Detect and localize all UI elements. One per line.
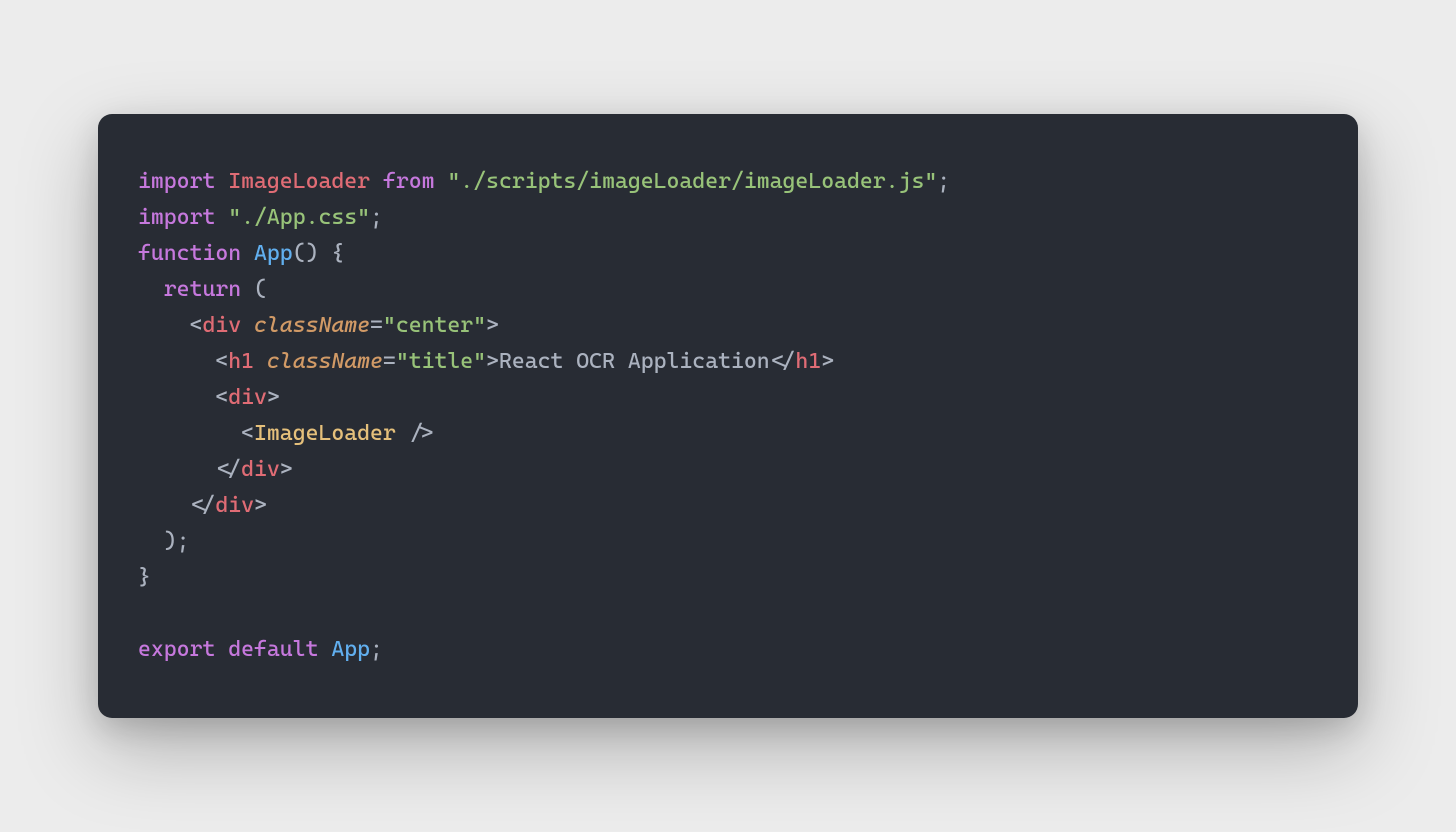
tag-close: > [280, 457, 293, 482]
keyword-import: import [138, 205, 215, 230]
keyword-function: function [138, 241, 241, 266]
keyword-import: import [138, 169, 215, 194]
code-line-11: ); [138, 529, 190, 554]
parens: () [293, 241, 319, 266]
code-line-8: <ImageLoader /> [138, 421, 434, 446]
string-literal: "./scripts/imageLoader/imageLoader.js" [447, 169, 937, 194]
tag-open-close: </ [770, 349, 796, 374]
tag-close: > [821, 349, 834, 374]
paren-close-semi: ); [164, 529, 190, 554]
string-literal: "center" [383, 313, 486, 338]
code-snippet-card: import ImageLoader from "./scripts/image… [98, 114, 1358, 718]
attr-classname: className [254, 313, 370, 338]
indent [138, 529, 164, 554]
code-line-2: import "./App.css"; [138, 205, 383, 230]
export-identifier: App [331, 637, 370, 662]
indent [138, 457, 215, 482]
indent [138, 421, 241, 446]
keyword-return: return [164, 277, 241, 302]
semicolon: ; [937, 169, 950, 194]
tag-name-h1: h1 [795, 349, 821, 374]
code-line-12: } [138, 565, 151, 590]
string-literal: "title" [396, 349, 486, 374]
code-line-9: </div> [138, 457, 293, 482]
indent [138, 385, 215, 410]
paren-open: ( [241, 277, 267, 302]
tag-open: < [215, 349, 228, 374]
attr-classname: className [267, 349, 383, 374]
jsx-text: React OCR Application [499, 349, 770, 374]
indent [138, 493, 190, 518]
keyword-from: from [383, 169, 435, 194]
equals: = [383, 349, 396, 374]
brace-close: } [138, 565, 151, 590]
string-literal: "./App.css" [228, 205, 370, 230]
brace-open: { [318, 241, 344, 266]
code-line-14: export default App; [138, 637, 383, 662]
self-close: /> [409, 421, 435, 446]
tag-close: > [486, 313, 499, 338]
space [254, 349, 267, 374]
tag-open-close: </ [190, 493, 216, 518]
tag-open: < [215, 385, 228, 410]
import-identifier: ImageLoader [228, 169, 370, 194]
equals: = [370, 313, 383, 338]
tag-name-div: div [202, 313, 241, 338]
indent [138, 313, 190, 338]
tag-name-h1: h1 [228, 349, 254, 374]
semicolon: ; [370, 637, 383, 662]
function-name: App [254, 241, 293, 266]
tag-name-div: div [241, 457, 280, 482]
keyword-export: export [138, 637, 215, 662]
tag-close: > [254, 493, 267, 518]
space [241, 313, 254, 338]
code-line-5: <div className="center"> [138, 313, 499, 338]
tag-name-div: div [228, 385, 267, 410]
component-imageloader: ImageLoader [254, 421, 396, 446]
tag-close: > [267, 385, 280, 410]
code-line-4: return ( [138, 277, 267, 302]
code-block[interactable]: import ImageLoader from "./scripts/image… [138, 164, 1318, 668]
code-line-10: </div> [138, 493, 267, 518]
tag-open: < [190, 313, 203, 338]
code-line-6: <h1 className="title">React OCR Applicat… [138, 349, 834, 374]
code-line-1: import ImageLoader from "./scripts/image… [138, 169, 950, 194]
semicolon: ; [370, 205, 383, 230]
tag-name-div: div [215, 493, 254, 518]
tag-open-close: </ [215, 457, 241, 482]
tag-close: > [486, 349, 499, 374]
indent [138, 349, 215, 374]
space [396, 421, 409, 446]
code-line-3: function App() { [138, 241, 344, 266]
tag-open: < [241, 421, 254, 446]
keyword-default: default [228, 637, 318, 662]
code-line-7: <div> [138, 385, 280, 410]
indent [138, 277, 164, 302]
